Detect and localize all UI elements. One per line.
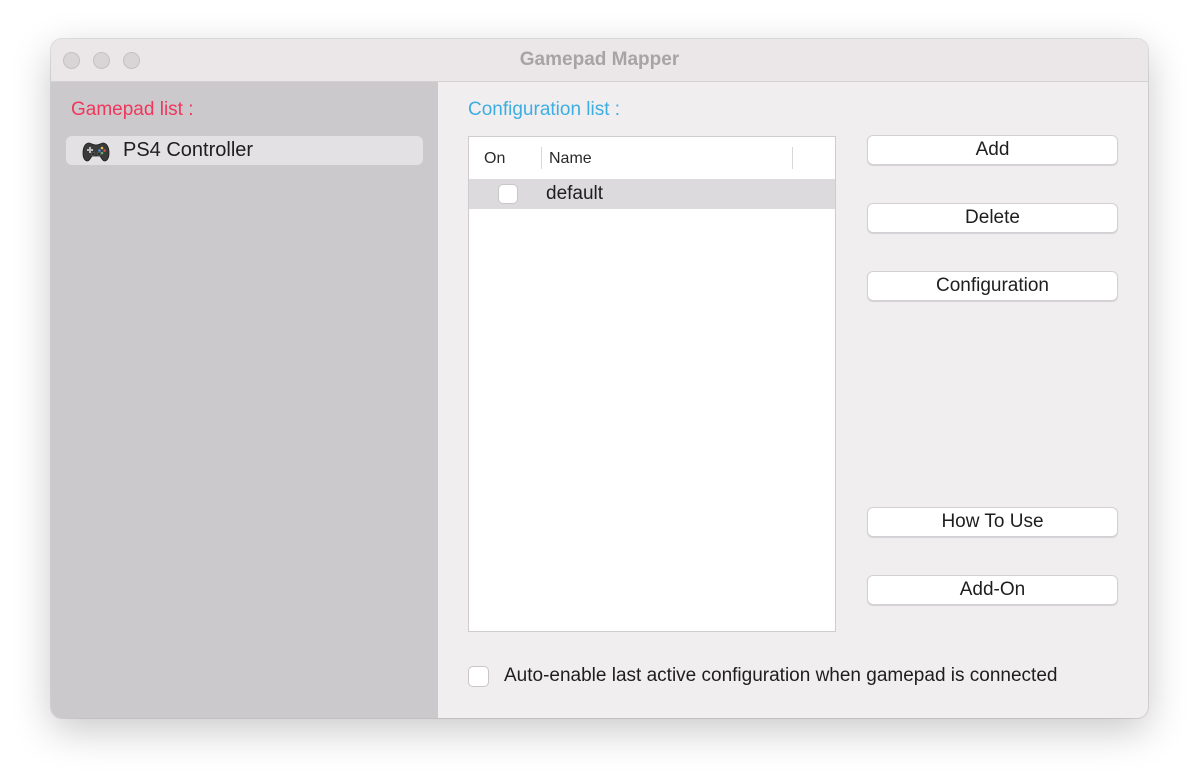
- add-on-button[interactable]: Add-On: [867, 575, 1118, 605]
- add-button[interactable]: Add: [867, 135, 1118, 165]
- how-to-use-button[interactable]: How To Use: [867, 507, 1118, 537]
- gamepad-list-heading: Gamepad list :: [71, 99, 194, 120]
- delete-button[interactable]: Delete: [867, 203, 1118, 233]
- column-separator[interactable]: [792, 147, 793, 169]
- configuration-button[interactable]: Configuration: [867, 271, 1118, 301]
- row-name-cell: default: [546, 183, 604, 204]
- gamepad-list-item[interactable]: PS4 Controller: [66, 136, 423, 165]
- sidebar: Gamepad list : PS4 Controller: [51, 82, 438, 718]
- gamepad-icon: [82, 142, 110, 162]
- configuration-list-heading: Configuration list :: [468, 99, 621, 120]
- table-row[interactable]: default: [469, 179, 835, 209]
- column-header-name[interactable]: Name: [549, 150, 592, 168]
- auto-enable-checkbox[interactable]: [468, 666, 489, 687]
- app-window: Gamepad Mapper Gamepad list : PS4 Contro…: [51, 39, 1148, 718]
- row-enable-checkbox[interactable]: [498, 184, 518, 204]
- window-title: Gamepad Mapper: [519, 49, 680, 70]
- configuration-table[interactable]: On Name default: [468, 136, 836, 632]
- auto-enable-label[interactable]: Auto-enable last active configuration wh…: [504, 665, 1057, 687]
- column-separator[interactable]: [541, 147, 542, 169]
- gamepad-item-label: PS4 Controller: [123, 139, 254, 161]
- table-header: On Name: [469, 137, 835, 178]
- column-header-on[interactable]: On: [484, 150, 505, 168]
- title-bar[interactable]: Gamepad Mapper: [51, 39, 1148, 82]
